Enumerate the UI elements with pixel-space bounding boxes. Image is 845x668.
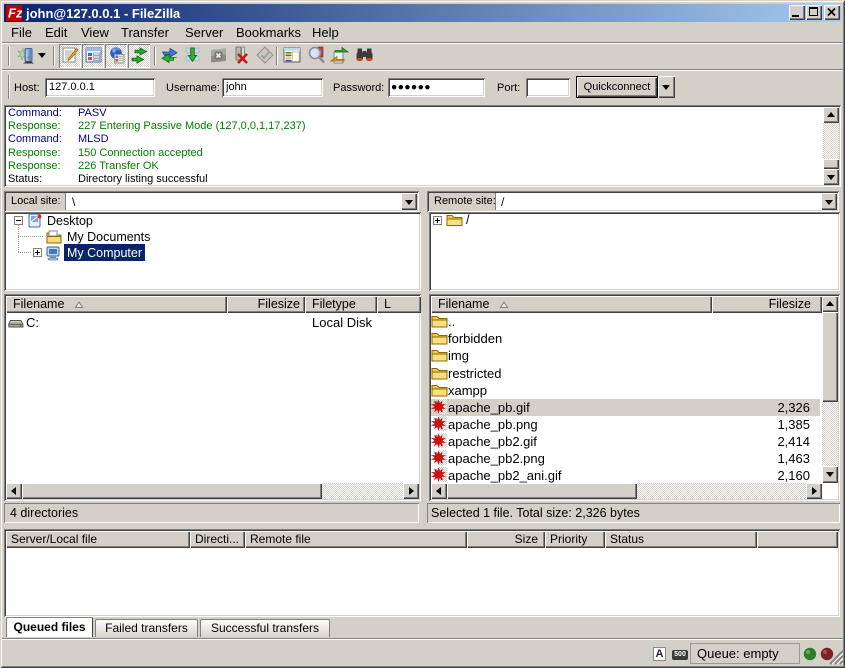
svg-text:Fz: Fz (8, 6, 22, 21)
